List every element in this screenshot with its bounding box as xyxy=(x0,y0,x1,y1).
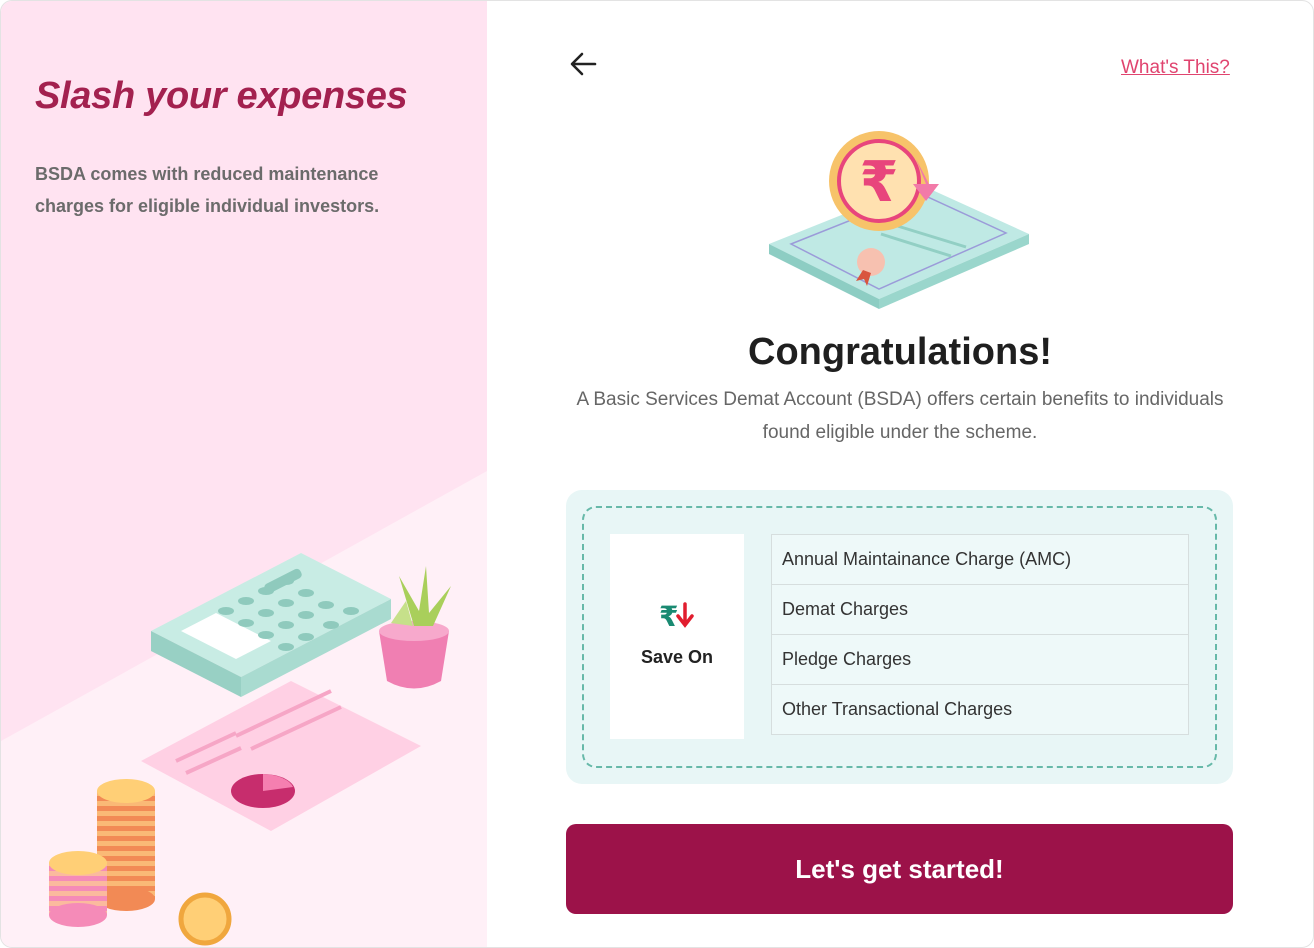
arrow-left-icon xyxy=(570,52,597,76)
list-item: Other Transactional Charges xyxy=(782,699,1013,719)
list-item: Pledge Charges xyxy=(772,635,1188,685)
benefits-card: ₹ Save On Annual Maintainance Charge (AM… xyxy=(566,490,1233,784)
rupee-down-icon: ₹ xyxy=(659,600,694,633)
left-promo-panel: Slash your expenses BSDA comes with redu… xyxy=(1,1,487,947)
list-item: Annual Maintainance Charge (AMC) xyxy=(772,535,1188,585)
svg-text:₹: ₹ xyxy=(860,150,899,215)
list-item: Demat Charges xyxy=(772,585,1188,635)
congratulations-title: Congratulations! xyxy=(748,331,1052,373)
save-on-label: Save On xyxy=(640,647,714,667)
bsda-subtitle: A Basic Services Demat Account (BSDA) of… xyxy=(576,389,1224,443)
back-button[interactable] xyxy=(567,47,601,81)
get-started-button[interactable]: Let's get started! xyxy=(566,824,1233,914)
calculator-illustration xyxy=(49,553,451,946)
certificate-coin-illustration: ₹ xyxy=(769,131,1029,309)
bsda-screen: Slash your expenses BSDA comes with redu… xyxy=(0,0,1314,948)
benefits-list: Annual Maintainance Charge (AMC) Demat C… xyxy=(771,534,1189,735)
save-on-tile: ₹ Save On xyxy=(610,534,744,739)
whats-this-link[interactable]: What's This? xyxy=(1121,57,1230,79)
svg-text:₹: ₹ xyxy=(659,600,678,632)
